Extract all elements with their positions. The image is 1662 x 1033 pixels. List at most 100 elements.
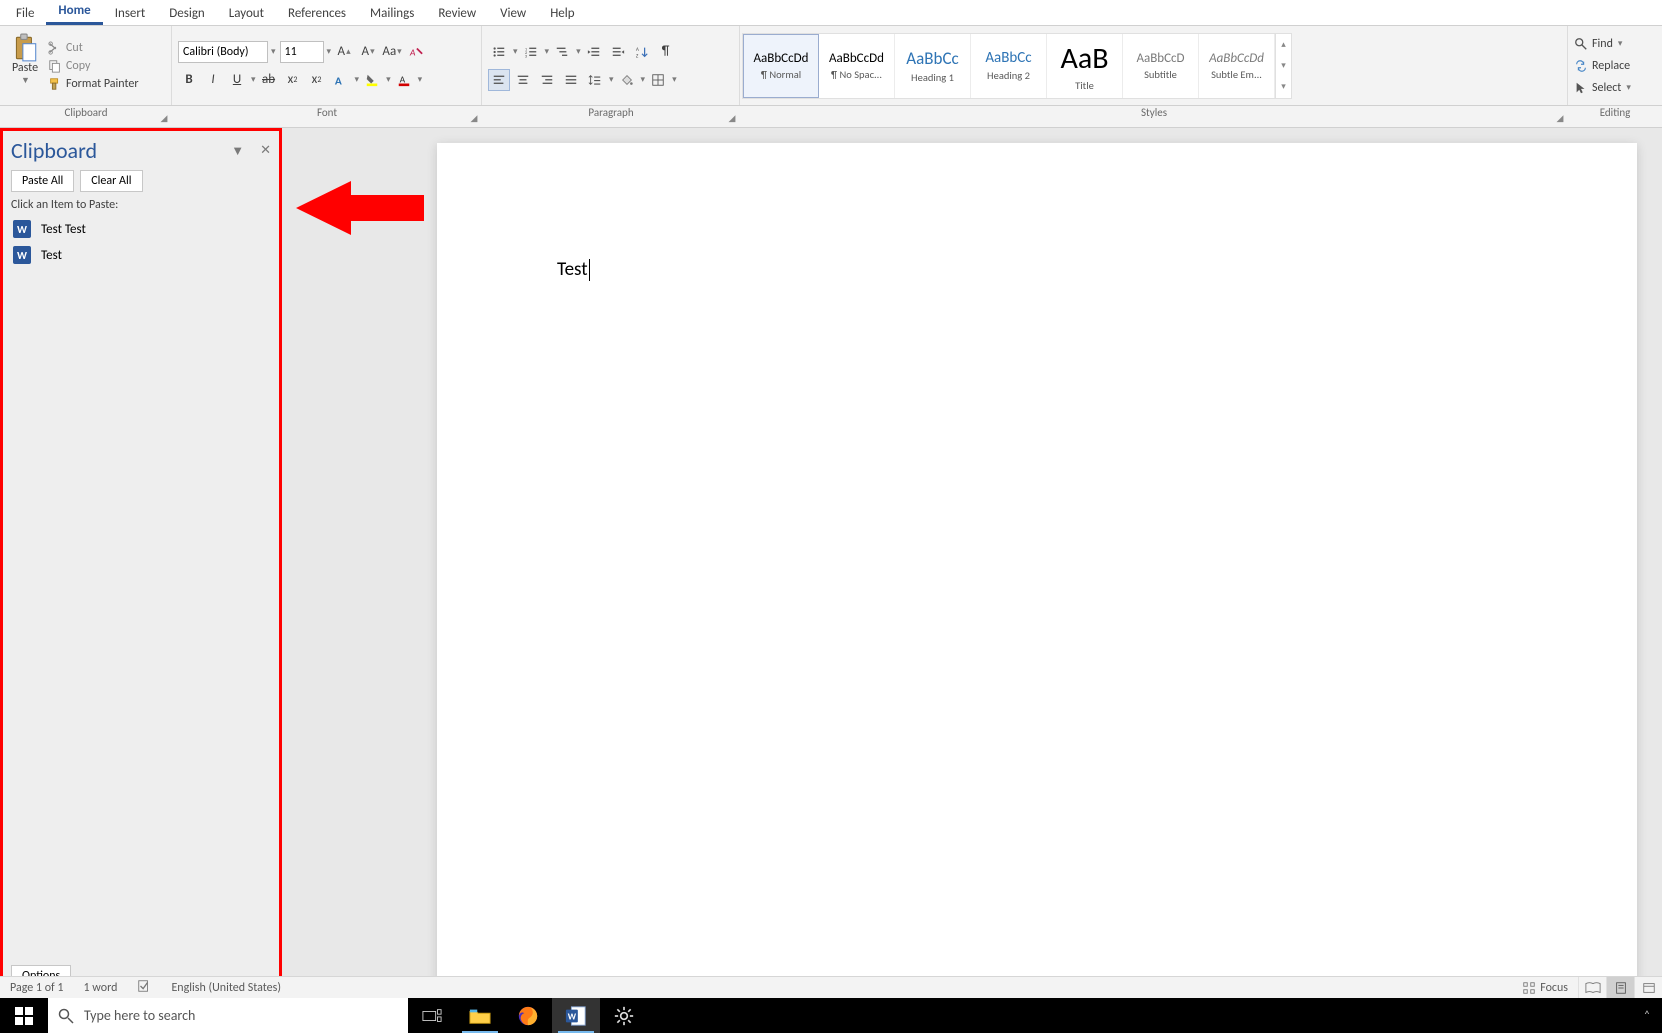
chevron-down-icon[interactable]: ▾	[271, 46, 276, 57]
pane-close-button[interactable]: ✕	[260, 143, 271, 159]
style-card-6[interactable]: AaBbCcDdSubtle Em...	[1199, 34, 1275, 98]
tab-design[interactable]: Design	[157, 2, 216, 25]
style-card-3[interactable]: AaBbCcHeading 2	[971, 34, 1047, 98]
tab-layout[interactable]: Layout	[217, 2, 276, 25]
paste-all-button[interactable]: Paste All	[11, 170, 74, 192]
chevron-down-icon[interactable]: ▾	[672, 74, 677, 85]
status-proofing[interactable]	[127, 979, 161, 997]
shading-button[interactable]	[616, 69, 638, 91]
document-page[interactable]: Test	[437, 143, 1637, 998]
clipboard-item-0[interactable]: WTest Test	[3, 216, 279, 242]
tab-home[interactable]: Home	[46, 0, 102, 25]
tab-insert[interactable]: Insert	[103, 2, 158, 25]
chevron-down-icon[interactable]: ▾	[355, 74, 360, 85]
pane-options-dropdown[interactable]: ▼	[231, 143, 244, 159]
status-word-count[interactable]: 1 word	[74, 981, 128, 995]
task-view-button[interactable]	[408, 998, 456, 1033]
tab-file[interactable]: File	[4, 2, 46, 25]
dialog-launcher-icon[interactable]: ◢	[1554, 113, 1566, 125]
tab-review[interactable]: Review	[426, 2, 488, 25]
styles-scroll-0[interactable]: ▴	[1276, 34, 1291, 55]
grow-font-button[interactable]: A▴	[333, 41, 355, 63]
tab-references[interactable]: References	[276, 2, 358, 25]
bullets-button[interactable]	[488, 41, 510, 63]
select-button[interactable]: Select ▾	[1574, 78, 1631, 98]
multilevel-list-button[interactable]	[551, 41, 573, 63]
paste-button[interactable]: Paste ▼	[6, 31, 44, 101]
line-spacing-button[interactable]	[584, 69, 606, 91]
styles-scroll-1[interactable]: ▾	[1276, 55, 1291, 76]
numbering-button[interactable]: 123	[520, 41, 542, 63]
justify-button[interactable]	[560, 69, 582, 91]
style-card-0[interactable]: AaBbCcDd¶ Normal	[743, 34, 819, 98]
align-right-button[interactable]	[536, 69, 558, 91]
shrink-font-button[interactable]: A▾	[357, 41, 379, 63]
chevron-down-icon[interactable]: ▾	[513, 46, 518, 57]
chevron-down-icon[interactable]: ▾	[1626, 82, 1631, 93]
dialog-launcher-icon[interactable]: ◢	[468, 113, 480, 125]
start-button[interactable]	[0, 998, 48, 1033]
subscript-button[interactable]: x2	[282, 69, 304, 91]
web-layout-button[interactable]	[1634, 977, 1662, 999]
format-painter-button[interactable]: Format Painter	[48, 77, 139, 91]
change-case-button[interactable]: Aa▾	[381, 41, 403, 63]
tab-view[interactable]: View	[488, 2, 538, 25]
clear-all-button[interactable]: Clear All	[80, 170, 142, 192]
cut-button[interactable]: Cut	[48, 41, 139, 55]
chevron-down-icon[interactable]: ▾	[609, 74, 614, 85]
document-area[interactable]: Test	[282, 128, 1662, 998]
bold-button[interactable]: B	[178, 69, 200, 91]
status-focus[interactable]: Focus	[1512, 981, 1578, 995]
find-button[interactable]: Find ▾	[1574, 34, 1631, 54]
chevron-down-icon[interactable]: ▾	[641, 74, 646, 85]
italic-button[interactable]: I	[202, 69, 224, 91]
taskbar-search[interactable]: Type here to search	[48, 998, 408, 1033]
chevron-down-icon[interactable]: ▾	[1618, 38, 1623, 49]
print-layout-button[interactable]	[1606, 977, 1634, 999]
status-page[interactable]: Page 1 of 1	[0, 981, 74, 995]
underline-button[interactable]: U	[226, 69, 248, 91]
styles-scroll-2[interactable]: ▾	[1276, 76, 1291, 97]
file-explorer-taskbar[interactable]	[456, 998, 504, 1033]
chevron-down-icon[interactable]: ▾	[327, 46, 332, 57]
settings-taskbar[interactable]	[600, 998, 648, 1033]
word-taskbar[interactable]: W	[552, 998, 600, 1033]
superscript-button[interactable]: x2	[306, 69, 328, 91]
font-name-combo[interactable]	[178, 41, 268, 63]
chevron-down-icon[interactable]: ▾	[545, 46, 550, 57]
show-hidden-icons[interactable]: ˄	[1632, 1009, 1662, 1023]
font-size-combo[interactable]	[280, 41, 324, 63]
show-marks-button[interactable]: ¶	[655, 41, 677, 63]
tab-mailings[interactable]: Mailings	[358, 2, 426, 25]
document-text[interactable]: Test	[557, 258, 590, 281]
increase-indent-button[interactable]	[607, 41, 629, 63]
align-center-button[interactable]	[512, 69, 534, 91]
strikethrough-button[interactable]: ab	[258, 69, 280, 91]
dialog-launcher-icon[interactable]: ◢	[726, 113, 738, 125]
chevron-down-icon[interactable]: ▾	[576, 46, 581, 57]
text-effects-button[interactable]: A	[330, 69, 352, 91]
chevron-down-icon[interactable]: ▾	[386, 74, 391, 85]
dialog-launcher-icon[interactable]: ◢	[158, 113, 170, 125]
decrease-indent-button[interactable]	[583, 41, 605, 63]
align-left-button[interactable]	[488, 69, 510, 91]
borders-button[interactable]	[647, 69, 669, 91]
style-card-4[interactable]: AaBTitle	[1047, 34, 1123, 98]
clipboard-item-1[interactable]: WTest	[3, 242, 279, 268]
style-card-1[interactable]: AaBbCcDd¶ No Spac...	[819, 34, 895, 98]
font-color-button[interactable]: A	[393, 69, 415, 91]
status-language[interactable]: English (United States)	[161, 981, 291, 995]
style-card-2[interactable]: AaBbCcHeading 1	[895, 34, 971, 98]
chevron-down-icon[interactable]: ▾	[251, 74, 256, 85]
sort-button[interactable]: AZ	[631, 41, 653, 63]
replace-button[interactable]: Replace	[1574, 56, 1631, 76]
chevron-down-icon[interactable]: ▾	[418, 74, 423, 85]
clear-formatting-button[interactable]: A	[405, 41, 427, 63]
read-mode-button[interactable]	[1578, 977, 1606, 999]
tab-help[interactable]: Help	[538, 2, 586, 25]
styles-gallery[interactable]: AaBbCcDd¶ NormalAaBbCcDd¶ No Spac...AaBb…	[742, 33, 1292, 99]
highlight-button[interactable]	[361, 69, 383, 91]
style-card-5[interactable]: AaBbCcDSubtitle	[1123, 34, 1199, 98]
copy-button[interactable]: Copy	[48, 59, 139, 73]
firefox-taskbar[interactable]	[504, 998, 552, 1033]
